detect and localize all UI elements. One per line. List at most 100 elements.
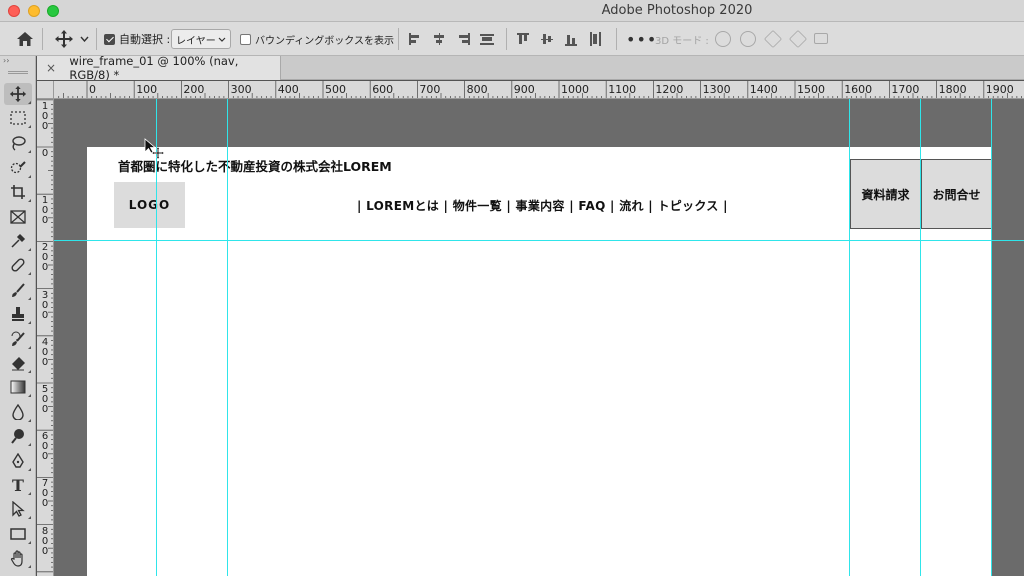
vertical-guide[interactable] <box>849 99 850 576</box>
align-left-edges-icon[interactable] <box>408 32 422 46</box>
more-options-button[interactable]: ••• <box>626 22 657 56</box>
type-tool-icon[interactable]: T <box>4 474 32 496</box>
vertical-guide[interactable] <box>227 99 228 576</box>
wireframe-nav[interactable]: | LOREMとは | 物件一覧 | 事業内容 | FAQ | 流れ | トピッ… <box>357 197 728 214</box>
ruler-label: 1 0 0 <box>41 195 49 227</box>
gradient-tool-icon[interactable] <box>4 376 32 398</box>
ruler-label: 8 0 0 <box>41 525 49 557</box>
hand-tool-icon[interactable] <box>4 547 32 569</box>
align-vertical-centers-icon[interactable] <box>540 32 554 46</box>
ruler-label: 600 <box>372 83 394 96</box>
ruler-label: 1 0 0 <box>41 100 49 132</box>
move-tool-icon[interactable] <box>4 83 32 105</box>
ruler-label: 1200 <box>655 83 684 96</box>
3d-slide-icon[interactable] <box>788 29 808 49</box>
document-canvas[interactable]: 首都圏に特化した不動産投資の株式会社LOREM LOGO | LOREMとは |… <box>87 147 992 576</box>
separator <box>398 28 399 50</box>
distribute-vertical-icon[interactable] <box>480 32 494 46</box>
align-top-edges-icon[interactable] <box>516 32 530 46</box>
ruler-label: 0 <box>89 83 96 96</box>
ruler-label: 1500 <box>797 83 825 96</box>
ruler-label: 1300 <box>702 83 731 96</box>
wireframe-request-docs-button[interactable]: 資料請求 <box>850 159 921 229</box>
lasso-tool-icon[interactable] <box>4 132 32 154</box>
auto-select-label: 自動選択 : <box>119 33 171 46</box>
move-tool-preset-icon[interactable] <box>54 22 74 56</box>
vertical-guide[interactable] <box>156 99 157 576</box>
chevron-down-icon <box>218 37 226 42</box>
wireframe-contact-button[interactable]: お問合せ <box>921 159 992 229</box>
ruler-label: 1100 <box>608 83 637 96</box>
ruler-label: 300 <box>230 83 252 96</box>
ruler-label: 6 0 0 <box>41 431 49 463</box>
vertical-ruler[interactable]: 1 0 0 0 1 0 0 2 0 0 3 0 0 4 0 0 5 0 0 6 0 0 7 0 … <box>37 99 54 576</box>
horizontal-ruler[interactable]: 0 100 200 300 400 500 600 700 800 900 1000 1100 1200… <box>54 81 1024 99</box>
separator <box>42 28 43 50</box>
marquee-tool-icon[interactable] <box>4 107 32 129</box>
home-icon[interactable] <box>14 22 36 56</box>
vertical-guide[interactable] <box>991 99 992 576</box>
3d-pan-icon[interactable] <box>763 29 783 49</box>
collapse-panel-icon[interactable]: ›› <box>3 56 9 65</box>
distribute-horizontal-icon[interactable] <box>588 32 602 46</box>
clone-stamp-tool-icon[interactable] <box>4 303 32 325</box>
ruler-label: 3 0 0 <box>41 289 49 321</box>
3d-mode-label: 3D モード : <box>655 35 709 47</box>
horizontal-guide[interactable] <box>54 240 1024 241</box>
path-select-tool-icon[interactable] <box>4 498 32 520</box>
frame-tool-icon[interactable] <box>4 206 32 228</box>
tools-panel: ›› T <box>0 56 36 576</box>
ruler-label: 4 0 0 <box>41 336 49 368</box>
panel-grip[interactable] <box>8 71 28 74</box>
ruler-label: 900 <box>513 83 535 96</box>
history-brush-tool-icon[interactable] <box>4 328 32 350</box>
separator <box>616 28 617 50</box>
pasteboard[interactable]: 首都圏に特化した不動産投資の株式会社LOREM LOGO | LOREMとは |… <box>54 99 1024 576</box>
bounding-box-label: バウンディングボックスを表示 <box>255 35 394 47</box>
healing-brush-tool-icon[interactable] <box>4 254 32 276</box>
align-vertical-buttons <box>516 22 602 56</box>
3d-roll-icon[interactable] <box>740 31 756 47</box>
ruler-label: 2 0 0 <box>41 242 49 274</box>
ruler-origin[interactable] <box>37 81 54 99</box>
options-bar: 自動選択 : レイヤー バウンディングボックスを表示 ••• 3D モード : <box>0 22 1024 56</box>
chevron-down-icon[interactable] <box>80 22 89 56</box>
pen-tool-icon[interactable] <box>4 450 32 472</box>
3d-orbit-icon[interactable] <box>715 31 731 47</box>
bounding-box-checkbox[interactable]: バウンディングボックスを表示 <box>240 22 394 56</box>
move-cursor-icon <box>144 138 165 160</box>
vertical-guide[interactable] <box>920 99 921 576</box>
brush-tool-icon[interactable] <box>4 279 32 301</box>
target-dropdown[interactable]: レイヤー <box>171 29 231 49</box>
close-tab-icon[interactable]: × <box>46 61 57 75</box>
auto-select-checkbox[interactable]: 自動選択 : <box>104 22 170 56</box>
checkbox-checked-icon[interactable] <box>104 33 115 45</box>
ruler-label: 200 <box>183 83 205 96</box>
dodge-tool-icon[interactable] <box>4 425 32 447</box>
ruler-label: 1000 <box>561 83 589 96</box>
align-right-edges-icon[interactable] <box>456 32 470 46</box>
document-tab[interactable]: × wire_frame_01 @ 100% (nav, RGB/8) * <box>37 54 281 82</box>
target-dropdown-value: レイヤー <box>176 35 216 47</box>
ruler-label: 1700 <box>891 83 920 96</box>
document-tab-label: wire_frame_01 @ 100% (nav, RGB/8) * <box>69 54 239 82</box>
ruler-label: 800 <box>466 83 488 96</box>
3d-camera-icon[interactable] <box>814 33 828 44</box>
separator <box>96 28 97 50</box>
ruler-label: 7 0 0 <box>41 478 49 510</box>
app-title: Adobe Photoshop 2020 <box>601 3 753 18</box>
crop-tool-icon[interactable] <box>4 181 32 203</box>
ruler-label: 5 0 0 <box>41 384 49 415</box>
rectangle-tool-icon[interactable] <box>4 523 32 545</box>
ruler-label: 700 <box>419 83 441 96</box>
ruler-label: 100 <box>136 83 158 96</box>
quick-select-tool-icon[interactable] <box>4 157 32 179</box>
blur-tool-icon[interactable] <box>4 401 32 423</box>
wireframe-logo[interactable]: LOGO <box>114 182 185 228</box>
title-bar: Adobe Photoshop 2020 <box>0 0 1024 22</box>
eraser-tool-icon[interactable] <box>4 352 32 374</box>
checkbox-unchecked-icon[interactable] <box>240 33 251 45</box>
eyedropper-tool-icon[interactable] <box>4 230 32 252</box>
align-horizontal-centers-icon[interactable] <box>432 32 446 46</box>
align-bottom-edges-icon[interactable] <box>564 32 578 46</box>
